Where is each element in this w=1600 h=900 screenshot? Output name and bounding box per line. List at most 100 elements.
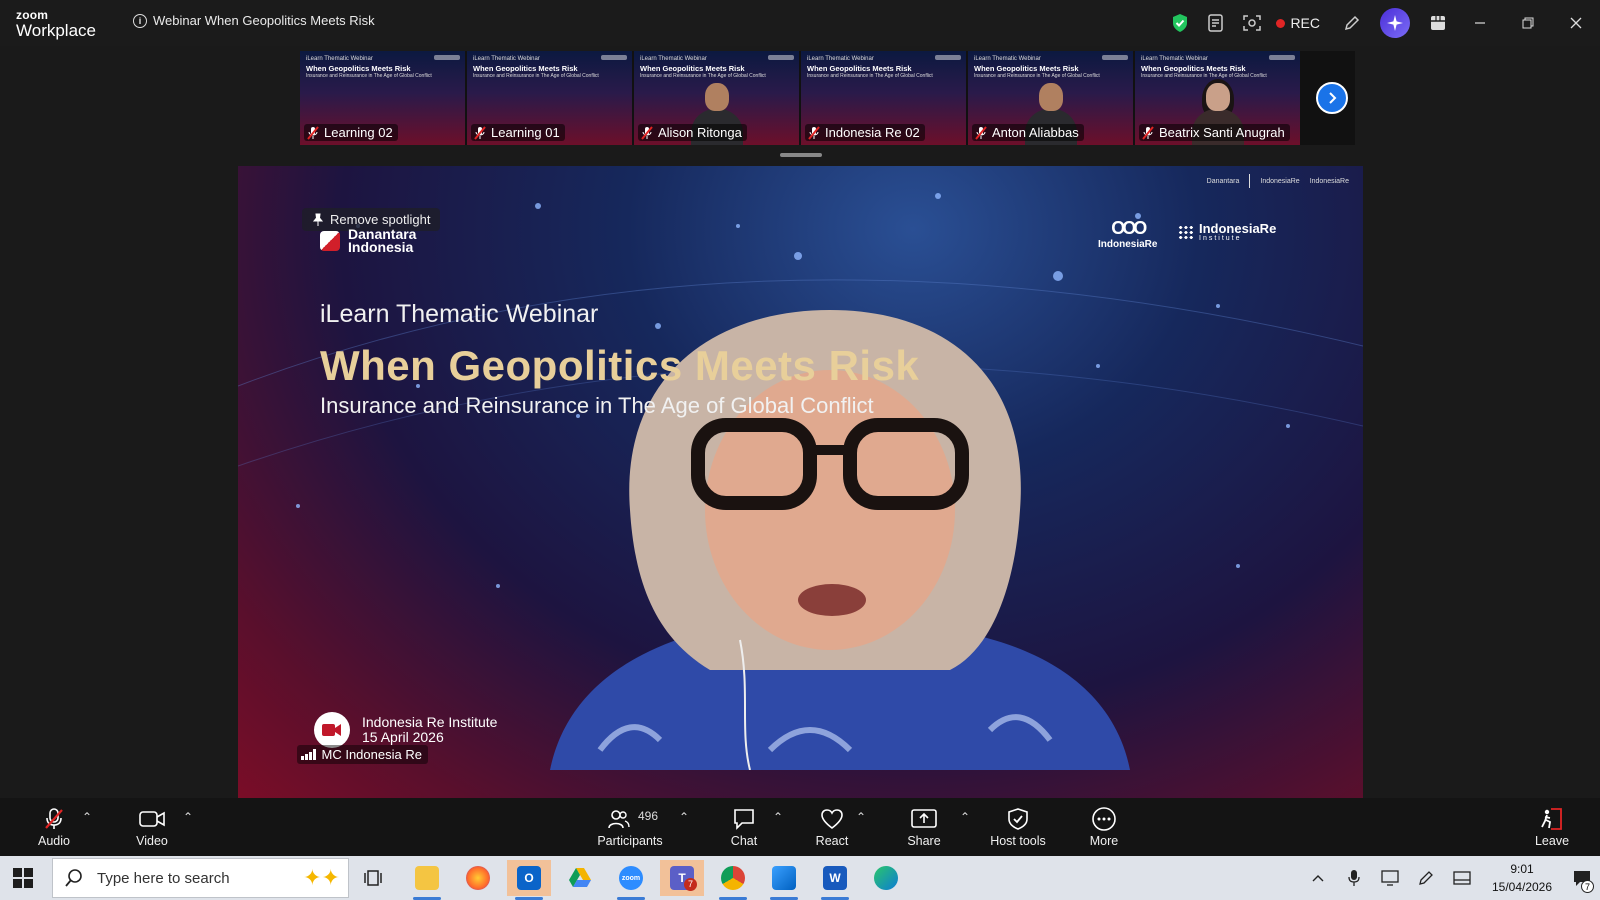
share-options-caret-icon[interactable]: ⌃ bbox=[960, 810, 970, 824]
pin-icon bbox=[312, 213, 324, 226]
spotlight-video[interactable]: Danantara IndonesiaRe IndonesiaRe bbox=[238, 166, 1363, 798]
participant-name-label: Beatrix Santi Anugrah bbox=[1139, 124, 1290, 141]
video-button[interactable]: Video bbox=[130, 798, 174, 856]
taskbar-search-box[interactable]: Type here to search ✦✦ bbox=[52, 858, 349, 898]
word-icon[interactable]: W bbox=[813, 860, 857, 900]
share-button[interactable]: Share bbox=[904, 798, 944, 856]
share-label: Share bbox=[907, 833, 941, 848]
close-icon[interactable] bbox=[1552, 0, 1600, 46]
brand-line2: Workplace bbox=[16, 21, 96, 40]
video-camera-icon bbox=[139, 807, 165, 831]
notifications-icon[interactable]: 7 bbox=[1564, 856, 1600, 900]
next-page-chevron-right-icon[interactable] bbox=[1316, 82, 1348, 114]
mini-logos bbox=[1102, 55, 1128, 60]
react-options-caret-icon[interactable]: ⌃ bbox=[856, 810, 866, 824]
windows-taskbar: Type here to search ✦✦ O zoom T 7 W 9:01… bbox=[0, 856, 1600, 900]
heart-icon bbox=[819, 807, 845, 831]
muted-microphone-icon bbox=[1142, 125, 1154, 140]
outlook-icon[interactable]: O bbox=[507, 860, 551, 900]
microphone-icon[interactable] bbox=[1336, 856, 1372, 900]
indonesia-re-rings-icon: OOO bbox=[1111, 218, 1147, 238]
brand-line1: zoom bbox=[16, 8, 49, 22]
ai-companion-icon[interactable] bbox=[1380, 8, 1410, 38]
mini-logos bbox=[601, 55, 627, 60]
meeting-toolbar: Audio ⌃ Video ⌃ 496 Participants ⌃ Chat … bbox=[0, 798, 1600, 856]
info-icon[interactable]: i bbox=[133, 13, 147, 28]
corner-institute-logo: IndonesiaRe bbox=[1309, 177, 1349, 185]
edge-icon[interactable] bbox=[864, 860, 908, 896]
participant-thumbnail[interactable]: iLearn Thematic Webinar When Geopolitics … bbox=[1135, 51, 1300, 145]
recording-indicator[interactable]: REC bbox=[1276, 15, 1320, 31]
taskbar-clock[interactable]: 9:01 15/04/2026 bbox=[1480, 860, 1564, 896]
notification-count: 7 bbox=[1581, 880, 1594, 893]
clock-time: 9:01 bbox=[1510, 862, 1534, 876]
mini-logos bbox=[935, 55, 961, 60]
participants-label: Participants bbox=[597, 833, 663, 848]
chat-bubble-icon bbox=[731, 807, 757, 831]
footer-org: Indonesia Re Institute bbox=[362, 714, 498, 731]
participant-name-label: Alison Ritonga bbox=[638, 124, 747, 141]
mini-slide-title: When Geopolitics Meets Risk bbox=[640, 63, 745, 73]
google-drive-icon[interactable] bbox=[558, 860, 602, 896]
video-options-caret-icon[interactable]: ⌃ bbox=[183, 810, 193, 824]
participant-thumbnail[interactable]: iLearn Thematic Webinar When Geopolitics … bbox=[968, 51, 1133, 145]
pen-menu-icon[interactable] bbox=[1408, 856, 1444, 900]
mini-slide-kicker: iLearn Thematic Webinar bbox=[1141, 56, 1208, 62]
rec-dot-icon bbox=[1276, 18, 1286, 28]
corner-danantara-logo: Danantara bbox=[1206, 177, 1240, 185]
chat-options-caret-icon[interactable]: ⌃ bbox=[773, 810, 783, 824]
windows-start-icon[interactable] bbox=[13, 868, 33, 888]
host-shield-icon bbox=[1005, 807, 1031, 831]
chrome-icon[interactable] bbox=[711, 860, 755, 900]
restore-icon[interactable] bbox=[1504, 0, 1552, 46]
touch-keyboard-icon[interactable] bbox=[1444, 856, 1480, 900]
host-tools-button[interactable]: Host tools bbox=[986, 798, 1050, 856]
slide-frame bbox=[294, 196, 1308, 766]
focus-mode-icon[interactable] bbox=[1234, 0, 1270, 46]
encryption-shield-icon[interactable] bbox=[1162, 0, 1198, 46]
participants-button[interactable]: 496 Participants bbox=[592, 798, 668, 856]
firefox-icon[interactable] bbox=[456, 860, 500, 896]
minimize-icon[interactable] bbox=[1456, 0, 1504, 46]
participant-thumbnail[interactable]: iLearn Thematic Webinar When Geopolitics … bbox=[300, 51, 465, 145]
mini-slide-kicker: iLearn Thematic Webinar bbox=[807, 56, 874, 62]
mini-slide-sub: Insurance and Reinsurance in The Age of … bbox=[306, 72, 432, 79]
display-settings-icon[interactable] bbox=[1372, 856, 1408, 900]
indonesia-re-institute-logo: IndonesiaRe Institute bbox=[1178, 222, 1276, 242]
participant-thumbnail[interactable]: iLearn Thematic Webinar When Geopolitics … bbox=[634, 51, 799, 145]
participants-options-caret-icon[interactable]: ⌃ bbox=[679, 810, 689, 824]
participants-icon: 496 bbox=[600, 807, 660, 831]
dot-grid-icon bbox=[1178, 225, 1194, 239]
corner-indonesiare-logo: IndonesiaRe bbox=[1260, 177, 1300, 185]
leave-exit-icon bbox=[1539, 807, 1565, 831]
captions-icon[interactable] bbox=[1198, 0, 1234, 46]
participant-thumbnail[interactable]: iLearn Thematic Webinar When Geopolitics … bbox=[801, 51, 966, 145]
title-bar: zoom Workplace i Webinar When Geopolitic… bbox=[0, 0, 1600, 46]
mini-slide-kicker: iLearn Thematic Webinar bbox=[640, 56, 707, 62]
clock-date: 15/04/2026 bbox=[1491, 880, 1553, 894]
zoom-app-icon[interactable]: zoom bbox=[609, 860, 653, 900]
participant-thumbnail[interactable]: iLearn Thematic Webinar When Geopolitics … bbox=[467, 51, 632, 145]
task-view-icon[interactable] bbox=[352, 860, 396, 896]
photos-icon[interactable] bbox=[762, 860, 806, 900]
leave-button[interactable]: Leave bbox=[1530, 798, 1574, 856]
audio-button[interactable]: Audio bbox=[34, 798, 74, 856]
meeting-info[interactable]: i Webinar When Geopolitics Meets Risk bbox=[133, 13, 375, 28]
participant-name-label: Learning 01 bbox=[471, 124, 565, 141]
audio-options-caret-icon[interactable]: ⌃ bbox=[82, 810, 92, 824]
institute-logo-line1: IndonesiaRe bbox=[1199, 221, 1277, 236]
chat-button[interactable]: Chat bbox=[724, 798, 764, 856]
apps-grid-icon[interactable] bbox=[1420, 0, 1456, 46]
more-button[interactable]: More bbox=[1084, 798, 1124, 856]
participant-name: Beatrix Santi Anugrah bbox=[1159, 125, 1285, 140]
connection-signal-icon bbox=[301, 749, 316, 760]
file-explorer-icon[interactable] bbox=[405, 860, 449, 900]
strip-resize-handle[interactable] bbox=[780, 153, 822, 157]
react-button[interactable]: React bbox=[812, 798, 852, 856]
teams-icon[interactable]: T 7 bbox=[660, 860, 704, 896]
show-hidden-icons-chevron-up-icon[interactable] bbox=[1300, 856, 1336, 900]
annotate-pencil-icon[interactable] bbox=[1334, 0, 1370, 46]
mini-slide-sub: Insurance and Reinsurance in The Age of … bbox=[473, 72, 599, 79]
teams-badge: 7 bbox=[684, 878, 697, 891]
danantara-mark-icon bbox=[320, 231, 340, 252]
